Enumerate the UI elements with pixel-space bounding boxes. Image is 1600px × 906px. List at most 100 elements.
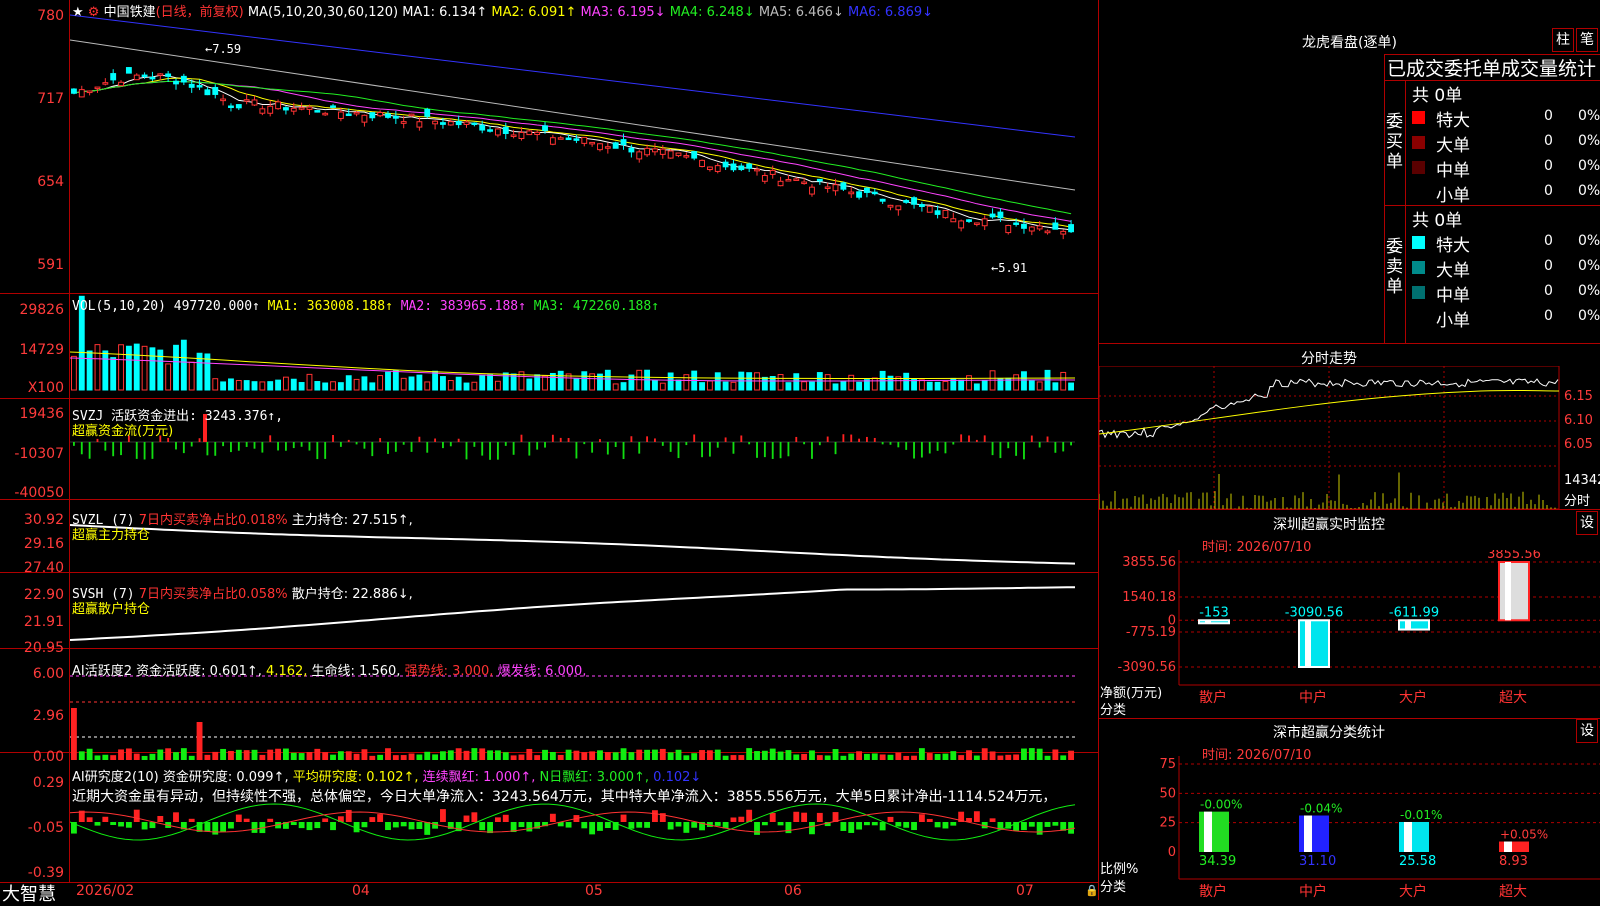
stock-name: 中国铁建 [103,5,156,20]
sz-netflow-chart[interactable]: 3855.561540.180-775.19-3090.56-153散户-309… [1099,550,1600,720]
candle-body [235,104,242,109]
svzj-bar [363,442,366,449]
candle-body [447,121,454,126]
vol-ma3: MA3: 472260.188↑ [533,299,660,314]
kline-chart-canvas[interactable] [70,0,1098,882]
vol-value: 497720.000↑ [173,299,260,314]
volume-bar [141,345,148,391]
candle-body [644,147,651,156]
volume-bar [730,381,737,391]
cls-bar-delta: +0.05% [1500,828,1548,842]
svzj-bar [779,442,782,459]
activity-bar [534,755,541,760]
research-bar [306,822,313,831]
activity-bar [1021,748,1027,760]
tick-mode-button[interactable]: 笔 [1576,28,1598,52]
research-bar [102,816,109,822]
sz-bar-value: -153 [1199,605,1229,620]
svzj-bar [449,442,452,447]
activity-bar [597,750,603,760]
svzj-bar [646,436,649,442]
research-bar [761,822,768,826]
svzj-bar [316,442,319,460]
svzj-bar [991,442,994,456]
research-bar [212,822,219,835]
order-count: 0 [1544,308,1553,324]
research-bar [392,822,399,828]
order-percent: 0% [1578,158,1600,174]
period-mode[interactable]: (日线，前复权) [156,5,244,20]
order-count: 0 [1544,183,1553,199]
svzj-bar [73,442,75,446]
candle-body [251,99,258,106]
svzj-bar [434,438,437,442]
activity-bar [267,749,274,760]
volume-bar [659,382,666,391]
candle-body [620,139,627,146]
research-bar [361,822,368,828]
ai-activity-label: AI活跃度2 [72,664,132,679]
svzj-bar [528,442,531,456]
cls-axis-label: 0 [1168,845,1176,860]
activity-bar [542,749,548,760]
bar-mode-button[interactable]: 柱 [1552,28,1574,52]
volume-bar [306,373,313,391]
sell-orders-label: 委卖单 [1386,237,1403,297]
research-bar [667,822,674,830]
volume-bar [149,347,156,391]
svzj-subtitle: 超赢资金流(万元) [72,424,174,439]
order-color-swatch [1412,161,1425,174]
activity-bar [220,748,227,760]
activity-bar [298,753,305,760]
research-bar [377,814,384,822]
star-icon[interactable]: ★ [72,5,84,20]
research-bar [204,822,211,832]
svzj-bar [277,442,279,451]
candle-body [903,200,910,203]
research-bar [652,810,658,822]
volume-bar [133,343,140,391]
volume-bar [958,379,965,391]
volume-bar [871,377,878,391]
volume-bar [392,370,399,391]
svzj-bar [599,439,601,442]
volume-bar [267,381,274,391]
activity-bar [118,749,124,760]
research-bar [801,812,808,822]
svzj-bar [606,442,609,455]
volume-bar [416,374,423,391]
activity-bar [628,752,635,760]
activity-bar [432,754,439,760]
activity-bar [589,751,596,760]
research-bar [314,822,321,829]
volume-bar [314,381,321,391]
svzj-bar [496,442,499,460]
activity-bar [581,752,588,760]
candle-body [1005,224,1012,234]
intraday-chart[interactable] [1099,366,1600,509]
activity-bar [714,749,721,760]
research-bar [400,822,407,827]
activity-bar [1013,754,1020,760]
order-size-name: 特大 [1436,111,1470,131]
activity-bar [282,748,289,760]
candle-body [479,124,486,131]
cls-settings-button[interactable]: 设 [1576,719,1598,743]
candle-body [133,74,140,81]
cls-ratio-chart[interactable]: 75 50 25 0 -0.00% 34.39 散户 -0.04% 31.10 中户 -0.01% 2… [1099,756,1600,900]
volume-bar [494,380,501,391]
candle-body [173,80,179,85]
sz-bar-value: 3855.56 [1487,550,1541,562]
activity-bar [926,753,933,760]
gear-icon[interactable]: ⚙ [88,5,100,20]
volume-bar [1013,374,1020,391]
research-bar [228,822,234,829]
sz-settings-button[interactable]: 设 [1576,511,1598,535]
intraday-axis-label: 6.15 [1564,389,1593,404]
svzj-bar [756,442,758,458]
volume-bar [997,378,1004,391]
svzj-bar [913,442,915,459]
research-bar [173,812,179,822]
lock-icon[interactable]: 🔒 [1085,884,1099,897]
candle-body [683,155,690,158]
